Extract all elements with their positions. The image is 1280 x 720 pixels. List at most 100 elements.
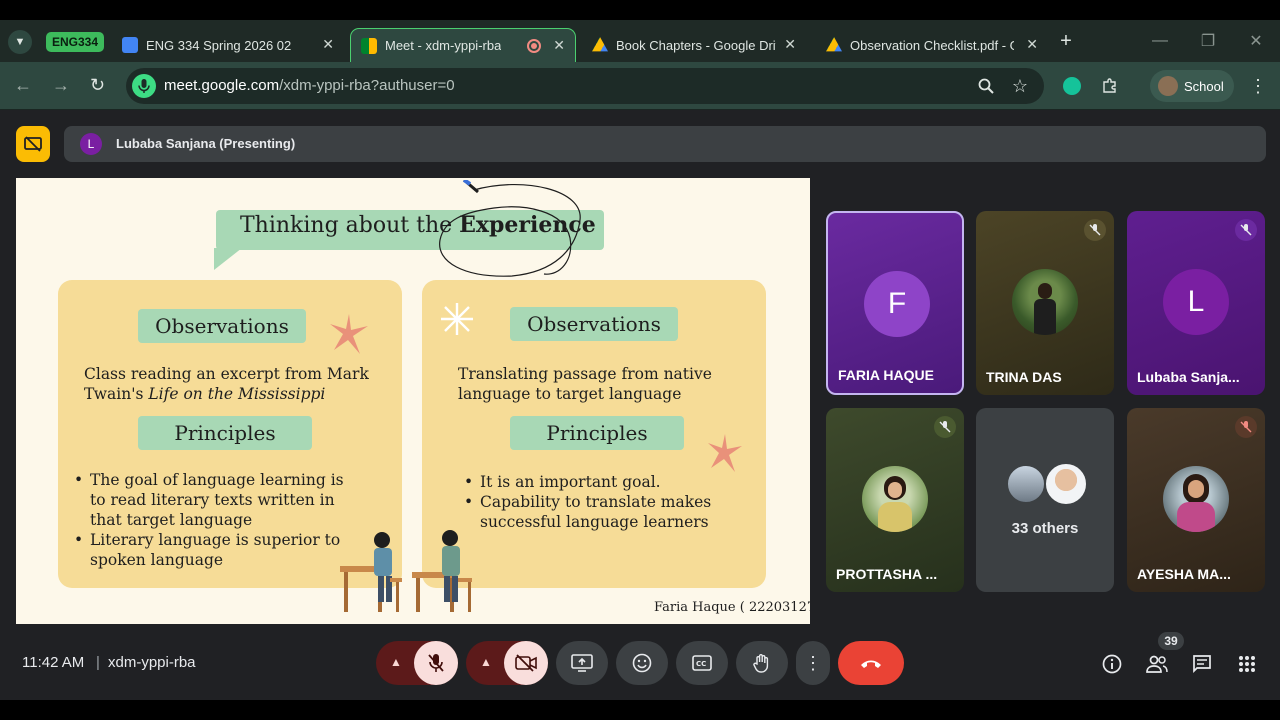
tab-title: ENG 334 Spring 2026 02 [146,37,292,53]
slide-title-emphasis: Experience [459,212,596,238]
raise-hand-button[interactable] [736,641,788,685]
mic-off-icon [1235,416,1257,438]
hang-up-icon [861,660,881,668]
participant-group-tile[interactable]: 33 others [976,408,1114,592]
camera-toggle-button[interactable] [504,641,548,685]
participant-tile[interactable]: TRINA DAS [976,211,1114,395]
tab-meet[interactable]: Meet - xdm-yppi-rba ✕ [350,28,576,62]
camera-off-icon [515,654,537,672]
participant-tile[interactable]: L Lubaba Sanja... [1127,211,1265,395]
right-observations-heading: Observations [510,307,678,341]
meeting-details-button[interactable] [1099,651,1125,677]
tab-group-badge[interactable]: ENG334 [46,32,105,52]
chevron-up-icon: ▲ [480,655,492,669]
participant-name: TRINA DAS [986,369,1062,385]
separator: | [96,654,100,671]
right-observation-text: Translating passage from native language… [458,365,712,403]
people-button[interactable] [1144,651,1170,677]
top-strip [0,0,1280,20]
tab-title: Observation Checklist.pdf - Google Drive [850,37,1014,53]
participant-name: AYESHA MA... [1137,566,1231,582]
chevron-up-icon: ▲ [390,655,402,669]
left-observations-heading: Observations [138,309,306,343]
left-principles-heading: Principles [138,416,312,450]
chat-icon [1193,655,1211,674]
menu-kebab-icon: ⋮ [804,652,822,673]
profile-label: School [1184,78,1224,94]
window-close-button[interactable]: ✕ [1244,29,1268,53]
avatar [1158,76,1178,96]
tab-search-button[interactable]: ▼ [8,30,32,54]
left-observation-text: Class reading an excerpt from Mark Twain… [84,364,394,404]
url-text[interactable]: meet.google.com/xdm-yppi-rba?authuser=0 [164,77,455,94]
microphone-toggle-button[interactable] [414,641,458,685]
reactions-button[interactable] [616,641,668,685]
recording-icon [527,39,541,53]
avatar: L [80,133,102,155]
right-principles-heading: Principles [510,416,684,450]
svg-text:CC: CC [696,660,706,668]
tab-classroom[interactable]: ENG 334 Spring 2026 02 ✕ [116,28,344,62]
bookmark-star-icon[interactable]: ☆ [1008,74,1032,98]
chat-button[interactable] [1189,651,1215,677]
participant-photo [1012,269,1078,335]
tab-book-chapters[interactable]: Book Chapters - Google Drive ✕ [584,28,806,62]
reload-button[interactable]: ↻ [90,75,105,96]
captions-button[interactable]: CC [676,641,728,685]
new-tab-button[interactable]: + [1054,29,1078,53]
avatar [1006,464,1046,504]
grammarly-icon[interactable] [1060,74,1084,98]
close-icon[interactable]: ✕ [322,36,334,53]
starburst-decoration [708,434,742,472]
activities-button[interactable] [1234,651,1260,677]
participant-tile[interactable]: AYESHA MA... [1127,408,1265,592]
microphone-in-use-icon[interactable] [132,74,156,98]
profile-button[interactable]: School [1150,70,1234,102]
extensions-icon[interactable] [1098,74,1122,98]
url-path: /xdm-yppi-rba?authuser=0 [279,77,455,94]
stop-presenting-button[interactable] [16,126,50,162]
leave-call-button[interactable] [838,641,904,685]
apps-grid-icon [1239,656,1255,672]
classroom-icon [122,37,138,53]
mic-off-icon [1235,219,1257,241]
mic-off-icon [1084,219,1106,241]
forward-button[interactable]: → [52,75,70,96]
meeting-code: xdm-yppi-rba [108,654,196,671]
participant-name: PROTTASHA ... [836,566,938,582]
book-title: Life on the Mississippi [148,385,326,403]
back-button[interactable]: ← [14,75,32,96]
list-item: Capability to translate makes successful… [464,492,754,532]
left-observation-line2-prefix: Twain's [84,385,149,403]
tab-observation-checklist[interactable]: Observation Checklist.pdf - Google Drive… [818,28,1048,62]
right-principles-list: It is an important goal. Capability to t… [464,472,754,532]
mic-off-icon [428,654,444,672]
list-item: It is an important goal. [464,472,754,492]
zoom-icon[interactable] [974,74,998,98]
participant-tile[interactable]: PROTTASHA ... [826,408,964,592]
others-count: 33 others [1011,520,1079,537]
emoji-icon [632,653,652,673]
url-domain: meet.google.com [164,77,280,94]
chevron-down-icon: ▼ [14,36,26,48]
participant-count-badge: 39 [1158,632,1184,650]
info-icon [1102,654,1122,674]
minimize-button[interactable]: — [1148,29,1172,53]
people-icon [1146,655,1168,673]
menu-kebab-icon[interactable]: ⋮ [1246,74,1270,98]
close-icon[interactable]: ✕ [553,37,565,54]
present-screen-button[interactable] [556,641,608,685]
slide-title: Thinking about the Experience [240,212,596,238]
tab-title: Meet - xdm-yppi-rba [385,38,502,53]
maximize-button[interactable]: ❐ [1196,29,1220,53]
more-options-button[interactable]: ⋮ [796,641,830,685]
close-icon[interactable]: ✕ [1026,36,1038,53]
drive-icon [826,37,842,52]
avatar: L [1163,269,1229,335]
participant-tile[interactable]: F FARIA HAQUE [826,211,964,395]
bottom-strip [0,700,1280,720]
left-principles-list: The goal of language learning is to read… [74,470,364,570]
clock: 11:42 AM [22,654,85,671]
close-icon[interactable]: ✕ [784,36,796,53]
mic-off-icon [934,416,956,438]
